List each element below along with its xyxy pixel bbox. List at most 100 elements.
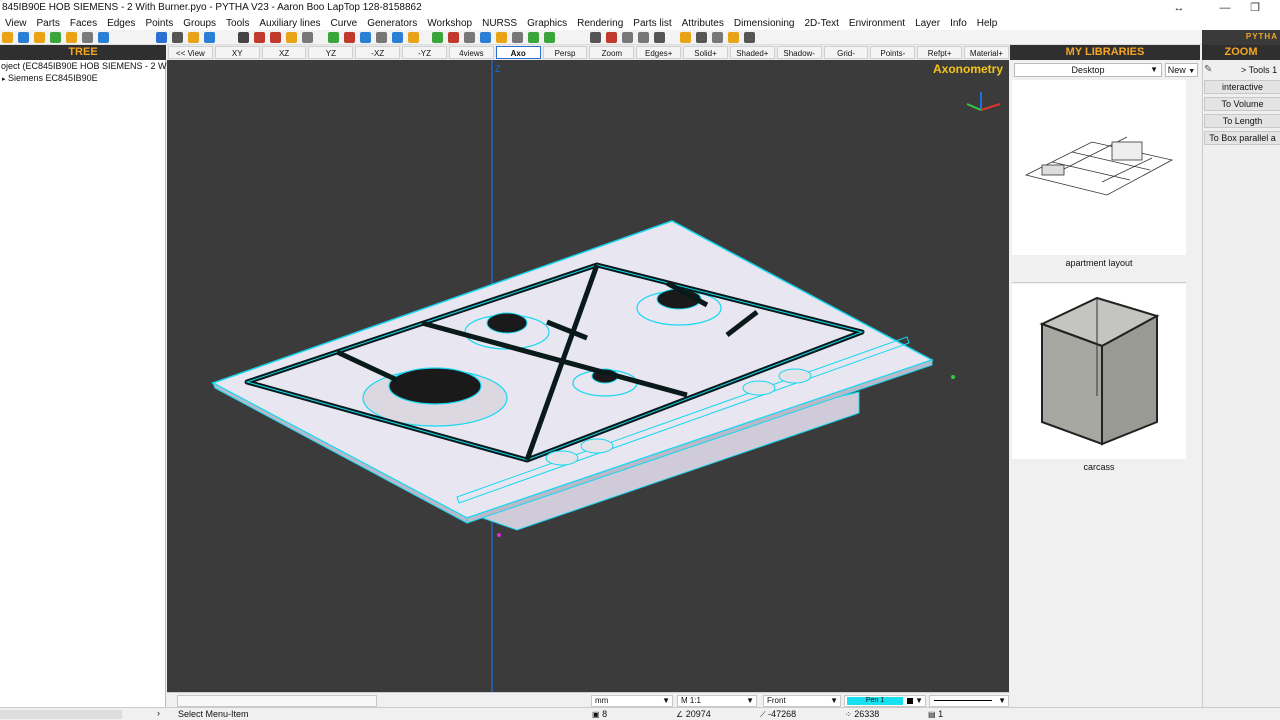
list-icon[interactable] xyxy=(480,31,491,43)
brush-icon[interactable] xyxy=(696,31,707,43)
view-button-edges[interactable]: Edges+ xyxy=(636,46,682,59)
menu-nurss[interactable]: NURSS xyxy=(477,18,522,29)
library-item-apartment-layout[interactable] xyxy=(1012,80,1186,255)
view-button-points[interactable]: Points- xyxy=(870,46,916,59)
menu-workshop[interactable]: Workshop xyxy=(422,18,477,29)
tools-selector[interactable]: > Tools 1 xyxy=(1241,63,1280,77)
redo-icon[interactable] xyxy=(408,31,419,43)
menu-groups[interactable]: Groups xyxy=(178,18,221,29)
library-location-select[interactable]: Desktop ▼ xyxy=(1014,63,1162,77)
wand-icon[interactable] xyxy=(188,31,199,43)
menu-auxiliary-lines[interactable]: Auxiliary lines xyxy=(254,18,325,29)
menu-2d-text[interactable]: 2D-Text xyxy=(799,18,843,29)
menu-parts[interactable]: Parts xyxy=(32,18,65,29)
magnet-icon[interactable] xyxy=(376,31,387,43)
menu-layer[interactable]: Layer xyxy=(910,18,945,29)
zoom-interactive-button[interactable]: interactive xyxy=(1204,80,1280,94)
menu-tools[interactable]: Tools xyxy=(221,18,254,29)
tree-item-project[interactable]: oject (EC845IB90E HOB SIEMENS - 2 With xyxy=(0,60,176,72)
view-button-xz[interactable]: -XZ xyxy=(355,46,401,59)
eye-icon[interactable] xyxy=(270,31,281,43)
horizontal-scrollbar[interactable] xyxy=(0,710,122,719)
zoom-to-volume-button[interactable]: To Volume xyxy=(1204,97,1280,111)
library-item-carcass[interactable] xyxy=(1012,284,1186,459)
import-icon[interactable] xyxy=(432,31,443,43)
export-icon[interactable] xyxy=(448,31,459,43)
view-button-4views[interactable]: 4views xyxy=(448,46,494,59)
texture-icon[interactable] xyxy=(680,31,691,43)
menu-dimensioning[interactable]: Dimensioning xyxy=(729,18,800,29)
3d-viewport[interactable]: Z Axonometry xyxy=(167,60,1009,692)
resize-icon[interactable]: ↔ xyxy=(1164,0,1194,16)
view-button-axo[interactable]: Axo xyxy=(495,46,541,59)
target-icon[interactable] xyxy=(590,31,601,43)
material-icon[interactable] xyxy=(728,31,739,43)
view-button-shaded[interactable]: Shaded+ xyxy=(729,46,775,59)
view-button-persp[interactable]: Persp xyxy=(542,46,588,59)
person-icon[interactable] xyxy=(344,31,355,43)
scene-canvas[interactable]: Z xyxy=(167,60,1009,692)
pointer-icon[interactable] xyxy=(172,31,183,43)
new-part-icon[interactable] xyxy=(2,31,13,43)
mirror-icon[interactable] xyxy=(82,31,93,43)
view-button-shadow[interactable]: Shadow- xyxy=(776,46,822,59)
chevron-right-icon[interactable]: › xyxy=(157,708,160,718)
minimize-button[interactable]: — xyxy=(1210,0,1240,16)
view-button-yz[interactable]: YZ xyxy=(308,46,354,59)
rotate-icon[interactable] xyxy=(50,31,61,43)
layers-icon[interactable] xyxy=(712,31,723,43)
view-button-xy[interactable]: XY xyxy=(214,46,260,59)
unit-select[interactable]: mm ▼ xyxy=(591,695,673,707)
scale-select[interactable]: M 1:1 ▼ xyxy=(677,695,757,707)
delete-icon[interactable] xyxy=(606,31,617,43)
tree-icon[interactable] xyxy=(528,31,539,43)
measure-icon[interactable] xyxy=(638,31,649,43)
restore-button[interactable]: ❐ xyxy=(1240,0,1270,16)
view-button-solid[interactable]: Solid+ xyxy=(683,46,728,59)
scale-icon[interactable] xyxy=(66,31,77,43)
tool-icon[interactable] xyxy=(622,31,633,43)
view-button-zoom[interactable]: Zoom xyxy=(589,46,635,59)
arrow-icon[interactable] xyxy=(98,31,109,43)
menu-view[interactable]: View xyxy=(0,18,32,29)
menu-graphics[interactable]: Graphics xyxy=(522,18,572,29)
printer-icon[interactable] xyxy=(238,31,249,43)
view-button-xz[interactable]: XZ xyxy=(261,46,307,59)
undo-icon[interactable] xyxy=(392,31,403,43)
box-icon[interactable] xyxy=(512,31,523,43)
group-icon[interactable] xyxy=(328,31,339,43)
cut-icon[interactable] xyxy=(254,31,265,43)
select-icon[interactable] xyxy=(156,31,167,43)
view-button-view[interactable]: << View xyxy=(168,46,213,59)
grid-icon[interactable] xyxy=(464,31,475,43)
cursor-icon[interactable] xyxy=(204,31,215,43)
wrench-icon[interactable]: ✎ xyxy=(1204,63,1218,77)
menu-environment[interactable]: Environment xyxy=(844,18,910,29)
menu-points[interactable]: Points xyxy=(140,18,178,29)
zoom-to-box-parallel-button[interactable]: To Box parallel a xyxy=(1204,131,1280,145)
line-style-select[interactable]: ▼ xyxy=(929,695,1009,707)
pen-select[interactable]: Pen 1 ▼ xyxy=(844,695,926,707)
view-select[interactable]: Front ▼ xyxy=(763,695,841,707)
copy-icon[interactable] xyxy=(302,31,313,43)
menu-edges[interactable]: Edges xyxy=(102,18,140,29)
menu-rendering[interactable]: Rendering xyxy=(572,18,628,29)
tree-item-hob[interactable]: ▸ Siemens EC845IB90E xyxy=(0,72,165,86)
leaf-icon[interactable] xyxy=(544,31,555,43)
tree-expand-icon[interactable]: ▸ xyxy=(2,76,6,83)
menu-curve[interactable]: Curve xyxy=(326,18,363,29)
star-icon[interactable] xyxy=(34,31,45,43)
menu-info[interactable]: Info xyxy=(945,18,972,29)
view-button-refpt[interactable]: Refpt+ xyxy=(917,46,963,59)
menu-attributes[interactable]: Attributes xyxy=(677,18,729,29)
view-button-grid[interactable]: Grid- xyxy=(823,46,869,59)
pattern-icon[interactable] xyxy=(496,31,507,43)
zoom-to-length-button[interactable]: To Length xyxy=(1204,114,1280,128)
hammer-icon[interactable] xyxy=(654,31,665,43)
view-button-material[interactable]: Material+ xyxy=(964,46,1009,59)
menu-parts-list[interactable]: Parts list xyxy=(628,18,676,29)
lamp-icon[interactable] xyxy=(360,31,371,43)
scissors-icon[interactable] xyxy=(744,31,755,43)
move-icon[interactable] xyxy=(286,31,297,43)
pen-icon[interactable] xyxy=(18,31,29,43)
